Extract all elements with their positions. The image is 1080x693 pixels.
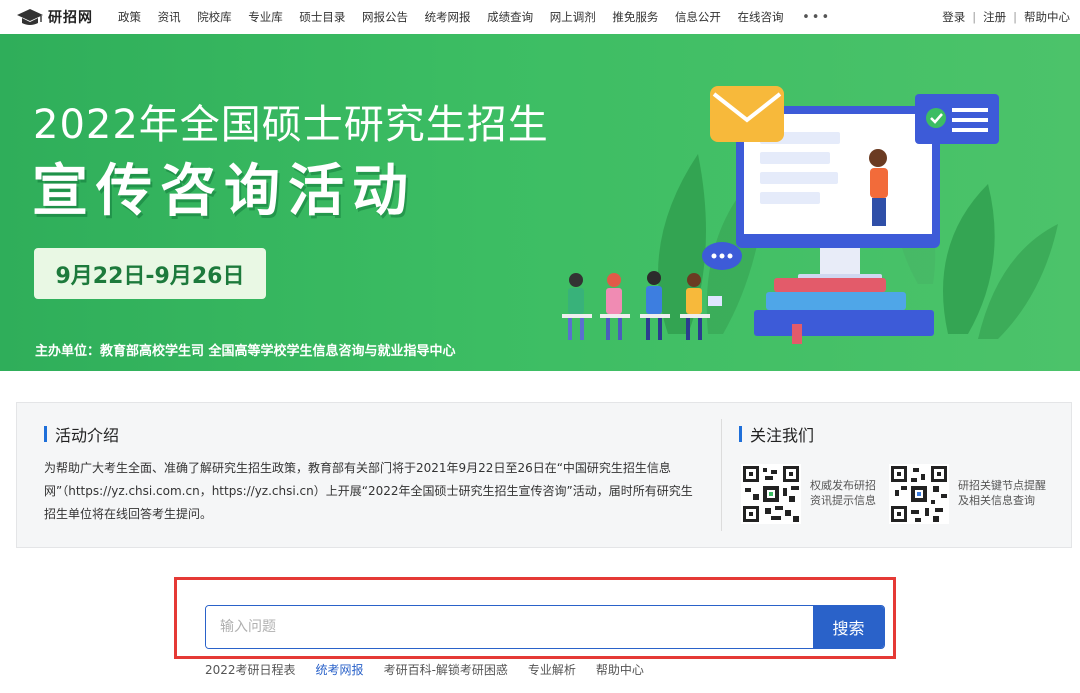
nav-item-online-adjustment[interactable]: 网上调剂 (550, 9, 596, 25)
intro-description: 为帮助广大考生全面、准确了解研究生招生政策，教育部有关部门将于2021年9月22… (44, 461, 693, 521)
nav-item-news[interactable]: 资讯 (158, 9, 181, 25)
site-logo[interactable]: 研招网 (16, 6, 93, 28)
search-bar: 搜索 (205, 605, 885, 649)
qr-code-icon (741, 464, 801, 524)
banner-title: 2022年全国硕士研究生招生 (33, 102, 549, 148)
qr-caption-line: 资讯提示信息 (810, 494, 876, 507)
nav-item-recommendation[interactable]: 推免服务 (612, 9, 658, 25)
nav-item-majors[interactable]: 专业库 (248, 9, 283, 25)
heading-accent-bar (44, 426, 47, 442)
date-range-badge: 9月22日-9月26日 (34, 248, 266, 299)
separator: | (1013, 10, 1017, 24)
main-nav: 政策 资讯 院校库 专业库 硕士目录 网报公告 统考网报 成绩查询 网上调剂 推… (118, 0, 831, 34)
login-link[interactable]: 登录 (942, 9, 965, 25)
qr-caption-2: 研招关键节点提醒 及相关信息查询 (958, 478, 1046, 508)
banner-subtitle: 宣传咨询活动 (32, 159, 416, 224)
qr-caption-line: 及相关信息查询 (958, 494, 1035, 507)
graduation-cap-icon (17, 9, 43, 25)
logo-text: 研招网 (48, 10, 93, 26)
separator: | (972, 10, 977, 24)
event-banner[interactable]: 2022年全国硕士研究生招生 宣传咨询活动 9月22日-9月26日 主办单位：教… (0, 34, 1080, 371)
register-link[interactable]: 注册 (983, 9, 1006, 25)
search-button[interactable]: 搜索 (813, 606, 884, 648)
organizer-text: 主办单位：教育部高校学生司 全国高等学校学生信息咨询与就业指导中心 (35, 344, 456, 359)
vertical-divider (721, 419, 722, 531)
qr-caption-1: 权威发布研招 资讯提示信息 (810, 478, 876, 508)
search-input[interactable] (206, 606, 813, 648)
quick-link-schedule[interactable]: 2022考研日程表 (205, 661, 296, 678)
account-links: 登录 | 注册 | 帮助中心 (942, 0, 1070, 34)
nav-item-master-catalog[interactable]: 硕士目录 (299, 9, 345, 25)
qr-caption-line: 权威发布研招 (810, 479, 876, 492)
heading-accent-bar (739, 426, 742, 442)
intro-heading: 活动介绍 (44, 422, 119, 446)
more-menu-icon[interactable]: ••• (802, 10, 831, 25)
quick-link-encyclopedia[interactable]: 考研百科-解锁考研困惑 (384, 661, 508, 678)
nav-item-score-query[interactable]: 成绩查询 (487, 9, 533, 25)
help-center-link[interactable]: 帮助中心 (1024, 9, 1070, 25)
banner-illustration (562, 86, 1058, 344)
nav-item-exam-registration[interactable]: 统考网报 (425, 9, 471, 25)
qr-caption-line: 研招关键节点提醒 (958, 479, 1046, 492)
nav-item-online-consult[interactable]: 在线咨询 (738, 9, 784, 25)
qr-code-icon (889, 464, 949, 524)
quick-links: 2022考研日程表 统考网报 考研百科-解锁考研困惑 专业解析 帮助中心 (205, 661, 664, 678)
nav-item-policy[interactable]: 政策 (118, 9, 141, 25)
quick-link-exam-registration[interactable]: 统考网报 (316, 661, 364, 678)
follow-title: 关注我们 (750, 426, 815, 445)
quick-link-major-analysis[interactable]: 专业解析 (528, 661, 576, 678)
quick-link-help-center[interactable]: 帮助中心 (596, 661, 644, 678)
nav-item-info-disclosure[interactable]: 信息公开 (675, 9, 721, 25)
top-navigation: 研招网 政策 资讯 院校库 专业库 硕士目录 网报公告 统考网报 成绩查询 网上… (0, 0, 1080, 34)
activity-info-card: 活动介绍 为帮助广大考生全面、准确了解研究生招生政策，教育部有关部门将于2021… (16, 402, 1072, 548)
nav-item-registration-notice[interactable]: 网报公告 (362, 9, 408, 25)
follow-heading: 关注我们 (739, 422, 814, 446)
intro-title: 活动介绍 (55, 426, 120, 445)
nav-item-schools[interactable]: 院校库 (197, 9, 232, 25)
